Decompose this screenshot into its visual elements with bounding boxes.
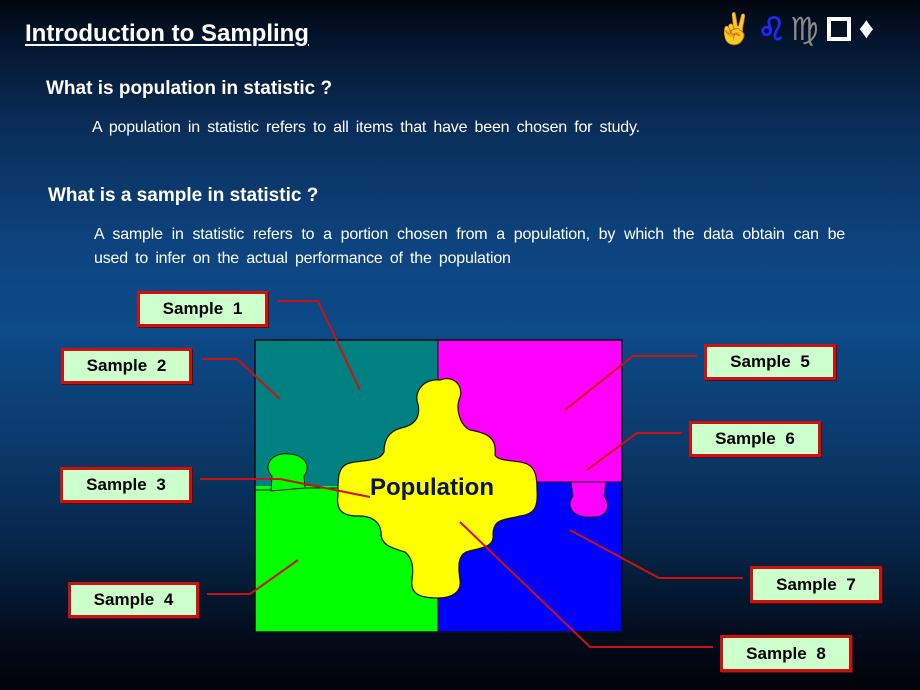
sample-8-label: Sample 8 — [720, 635, 852, 672]
sample-5-label: Sample 5 — [704, 344, 836, 380]
sample-2-label: Sample 2 — [61, 348, 192, 384]
sample-3-label: Sample 3 — [60, 467, 192, 503]
puzzle-tab-magenta — [569, 481, 608, 518]
sample-1-label: Sample 1 — [137, 291, 268, 327]
sample-7-label: Sample 7 — [750, 566, 882, 603]
puzzle-tab-green — [267, 453, 308, 492]
sample-4-label: Sample 4 — [68, 582, 199, 618]
sample-6-label: Sample 6 — [689, 421, 821, 457]
population-label: Population — [370, 474, 494, 501]
